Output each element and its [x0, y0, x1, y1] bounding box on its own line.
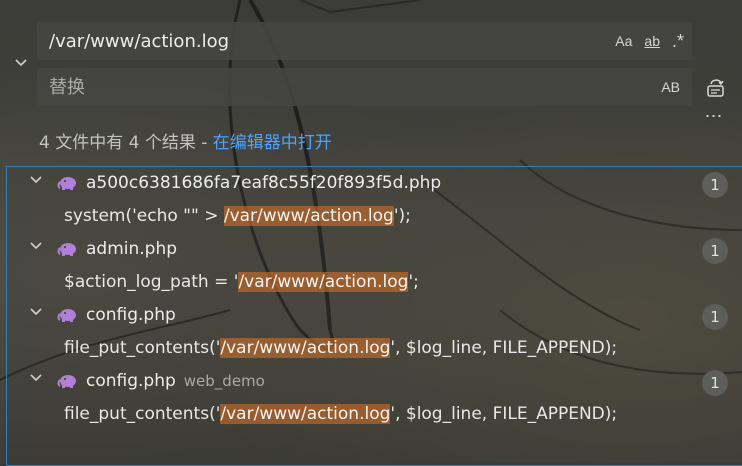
replace-all-icon [707, 79, 724, 97]
find-field: Aa ab .* [37, 22, 692, 60]
match-highlight: /var/www/action.log [220, 338, 391, 358]
match-row[interactable]: file_put_contents('/var/www/action.log',… [7, 333, 742, 366]
file-row[interactable]: config.php 1 [7, 300, 742, 333]
match-highlight: /var/www/action.log [223, 206, 394, 226]
match-row[interactable]: file_put_contents('/var/www/action.log',… [7, 399, 742, 432]
match-highlight: /var/www/action.log [220, 404, 391, 424]
file-directory: web_demo [183, 372, 265, 390]
file-name: config.php web_demo [86, 371, 265, 391]
results-summary: 4 文件中有 4 个结果 - 在编辑器中打开 [39, 128, 332, 153]
match-case-toggle[interactable]: Aa [615, 33, 632, 49]
replace-input[interactable] [49, 76, 662, 98]
chevron-down-icon[interactable] [27, 305, 45, 323]
more-options-button[interactable]: ⋯ [703, 106, 725, 127]
match-count-badge: 1 [702, 304, 728, 330]
file-row[interactable]: config.php web_demo 1 [7, 366, 742, 399]
match-line: $action_log_path = '/var/www/action.log'… [64, 272, 419, 292]
match-highlight: /var/www/action.log [238, 272, 409, 292]
regex-toggle[interactable]: .* [672, 31, 684, 52]
chevron-down-icon [15, 59, 27, 67]
match-count-badge: 1 [702, 238, 728, 264]
file-name: a500c6381686fa7eaf8c55f20f893f5d.php [86, 173, 442, 193]
match-line: file_put_contents('/var/www/action.log',… [64, 338, 618, 358]
match-row[interactable]: $action_log_path = '/var/www/action.log'… [7, 267, 742, 300]
chevron-down-icon[interactable] [27, 239, 45, 257]
preserve-case-toggle[interactable]: AB [661, 79, 680, 95]
php-elephant-icon [57, 240, 79, 258]
php-elephant-icon [57, 372, 79, 390]
file-name: admin.php [86, 239, 178, 259]
results-tree: a500c6381686fa7eaf8c55f20f893f5d.php 1 s… [6, 166, 742, 466]
ellipsis-icon: ⋯ [704, 106, 724, 126]
php-elephant-icon [57, 306, 79, 324]
open-in-editor-link[interactable]: 在编辑器中打开 [213, 133, 332, 153]
match-line: system('echo "" > /var/www/action.log'); [64, 206, 411, 226]
match-row[interactable]: system('echo "" > /var/www/action.log'); [7, 201, 742, 234]
chevron-down-icon[interactable] [27, 173, 45, 191]
results-count-text: 4 文件中有 4 个结果 - [39, 133, 213, 153]
match-count-badge: 1 [702, 370, 728, 396]
replace-field: AB [37, 68, 692, 106]
chevron-down-icon[interactable] [27, 371, 45, 389]
file-row[interactable]: admin.php 1 [7, 234, 742, 267]
replace-all-button[interactable] [703, 76, 729, 100]
file-name: config.php [86, 305, 176, 325]
php-elephant-icon [57, 174, 79, 192]
search-input[interactable] [49, 30, 616, 52]
match-whole-word-toggle[interactable]: ab [644, 33, 660, 49]
match-line: file_put_contents('/var/www/action.log',… [64, 404, 618, 424]
collapse-replace-toggle[interactable] [12, 56, 30, 74]
match-count-badge: 1 [702, 172, 728, 198]
file-row[interactable]: a500c6381686fa7eaf8c55f20f893f5d.php 1 [7, 168, 742, 201]
